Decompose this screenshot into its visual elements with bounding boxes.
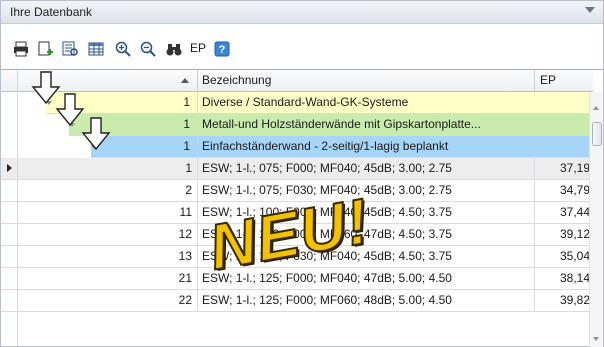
collapse-arrow-icon[interactable] [69,123,75,127]
new-item-button[interactable] [34,38,56,60]
zoom-out-icon [140,41,156,57]
new-item-icon [38,41,53,56]
preview-icon [62,41,78,56]
toolbar: EP ? [1,24,603,68]
row-number: 11 [179,205,192,219]
group-label: Diverse / Standard-Wand-GK-Systeme [197,92,542,113]
window-menu-arrow-icon[interactable] [585,7,595,13]
group-number: 1 [183,139,190,153]
group-row-level2[interactable]: 1 Metall-und Holzständerwände mit Gipska… [69,114,593,136]
current-row-pointer-icon [7,164,12,172]
row-description: ESW; 1-l.; 075; F000; MF040; 45dB; 3.00;… [197,158,532,179]
help-button[interactable]: ? [211,38,233,60]
collapse-arrow-icon[interactable] [91,145,97,149]
sort-ascending-icon [181,78,189,83]
window-titlebar: Ihre Datenbank [1,1,603,24]
group-row-level1[interactable]: 1 Diverse / Standard-Wand-GK-Systeme [46,92,593,114]
indicator-column-divider [17,70,18,347]
row-description: ESW; 1-l.; 075; F030; MF040; 45dB; 3.00;… [197,180,532,201]
table-columns-icon [88,42,104,56]
group-number: 1 [183,117,190,131]
table-row[interactable]: 11 ESW; 1-l.; 100; F000; MF040; 45dB; 4.… [1,202,593,224]
ep-button[interactable]: EP [190,41,206,55]
printer-icon [14,41,28,57]
database-window: Ihre Datenbank EP ? Bezeichnung EP 1 Div… [0,0,604,347]
grid-header: Bezeichnung EP [1,70,593,92]
scroll-down-icon[interactable] [593,337,599,341]
row-number: 22 [178,293,192,307]
scroll-up-icon[interactable] [593,106,599,110]
row-number: 2 [185,183,192,197]
zoom-out-button[interactable] [137,38,159,60]
row-ep: 35,04 [534,246,590,267]
row-indicator-header [1,70,18,91]
table-row[interactable]: 22 ESW; 1-l.; 125; F000; MF060; 48dB; 5.… [1,290,593,312]
row-description: ESW; 1-l.; 100; F000; MF040; 45dB; 4.50;… [197,202,532,223]
help-icon: ? [214,41,230,57]
row-description: ESW; 1-l.; 125; F000; MF060; 48dB; 5.00;… [197,290,532,311]
window-title: Ihre Datenbank [10,5,93,19]
row-description: ESW; 1-l.; 100; F000; MF060; 47dB; 4.50;… [197,224,532,245]
row-description: ESW; 1-l.; 100; F030; MF040; 45dB; 4.50;… [197,246,532,267]
table-row[interactable]: 1 ESW; 1-l.; 075; F000; MF040; 45dB; 3.0… [1,158,593,180]
row-number: 1 [185,161,192,175]
row-ep: 37,44 [534,202,590,223]
table-row[interactable]: 13 ESW; 1-l.; 100; F030; MF040; 45dB; 4.… [1,246,593,268]
group-label: Einfachständerwand - 2-seitig/1-lagig be… [197,136,542,157]
group-row-level3[interactable]: 1 Einfachständerwand - 2-seitig/1-lagig … [91,136,593,158]
print-button[interactable] [10,38,32,60]
row-ep: 39,12 [534,224,590,245]
column-header-bezeichnung[interactable]: Bezeichnung [197,70,532,91]
table-row[interactable]: 12 ESW; 1-l.; 100; F000; MF060; 47dB; 4.… [1,224,593,246]
data-grid: Bezeichnung EP 1 Diverse / Standard-Wand… [1,69,603,347]
search-button[interactable] [163,38,185,60]
group-label: Metall-und Holzständerwände mit Gipskart… [197,114,542,135]
row-number: 12 [178,227,192,241]
preview-button[interactable] [59,38,81,60]
columns-button[interactable] [85,38,107,60]
group-number: 1 [183,95,190,109]
zoom-in-button[interactable] [112,38,134,60]
vertical-scrollbar[interactable] [589,92,603,347]
collapse-arrow-icon[interactable] [46,101,52,105]
row-ep: 34,79 [534,180,590,201]
row-number: 21 [178,271,192,285]
scrollbar-thumb[interactable] [592,122,602,146]
row-number: 13 [178,249,192,263]
table-row[interactable]: 2 ESW; 1-l.; 075; F030; MF040; 45dB; 3.0… [1,180,593,202]
column-header-ep[interactable]: EP [534,70,595,91]
row-description: ESW; 1-l.; 125; F000; MF040; 47dB; 5.00;… [197,268,532,289]
row-ep: 38,14 [534,268,590,289]
binoculars-icon [166,44,182,56]
table-row[interactable]: 21 ESW; 1-l.; 125; F000; MF040; 47dB; 5.… [1,268,593,290]
row-ep: 37,19 [534,158,590,179]
row-ep: 39,82 [534,290,590,311]
svg-text:?: ? [219,44,226,56]
zoom-in-icon [115,41,131,57]
column-header-number[interactable] [18,70,193,91]
